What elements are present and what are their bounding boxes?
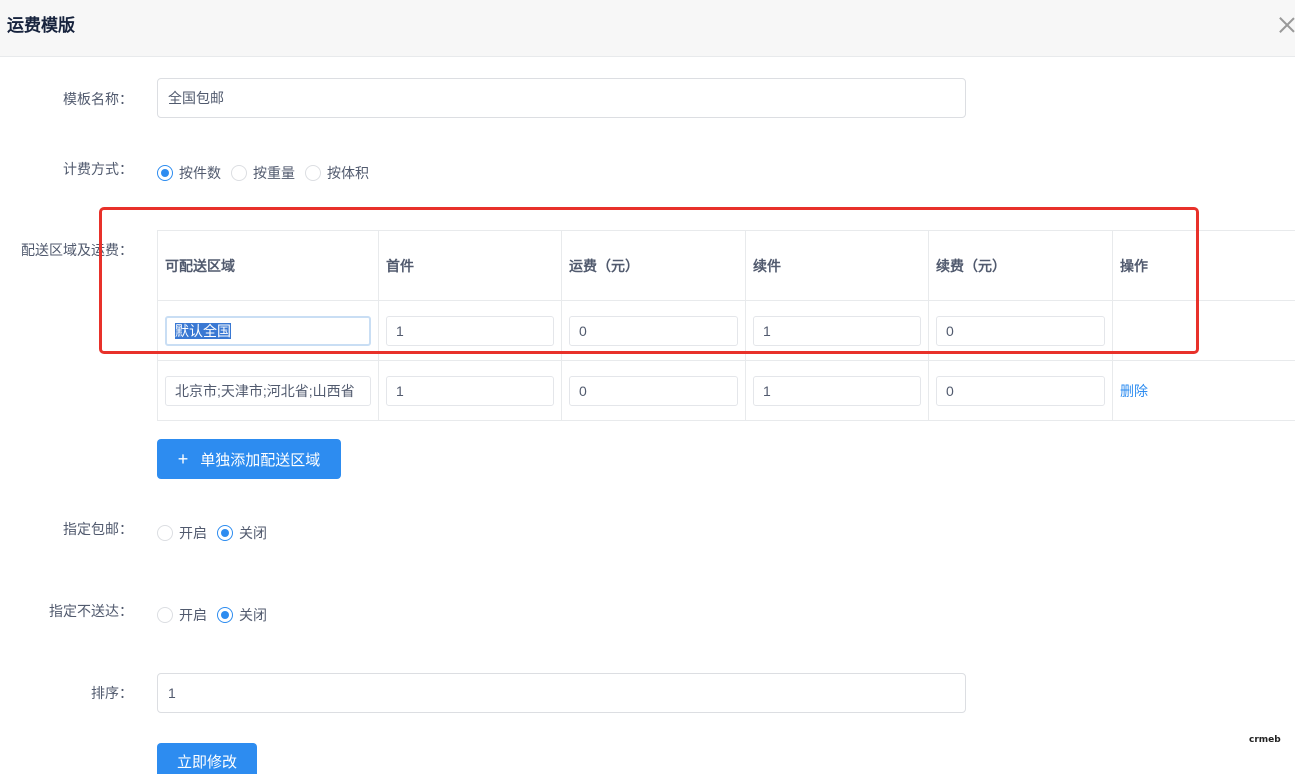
shipping-fee-input[interactable] [569, 315, 738, 346]
column-header: 可配送区域 [157, 230, 379, 301]
shipping-fee-input[interactable] [569, 375, 738, 406]
add-region-button[interactable]: + 单独添加配送区域 [157, 439, 341, 479]
free-shipping-radio-off[interactable]: 关闭 [217, 523, 267, 543]
area-input[interactable]: 默认全国 [165, 315, 371, 346]
next-fee-input[interactable] [936, 375, 1105, 406]
no-delivery-label: 指定不送达： [49, 603, 133, 619]
area-input[interactable] [165, 375, 371, 406]
next-piece-input[interactable] [753, 315, 921, 346]
first-piece-input[interactable] [386, 315, 554, 346]
next-fee-input[interactable] [936, 315, 1105, 346]
radio-unchecked-icon [157, 607, 173, 623]
sort-label: 排序： [91, 685, 133, 701]
first-piece-input[interactable] [386, 375, 554, 406]
column-header: 操作 [1112, 230, 1295, 301]
plus-icon: + [177, 449, 189, 469]
free-shipping-label: 指定包邮： [63, 521, 133, 537]
billing-radio-by-volume[interactable]: 按体积 [305, 163, 369, 183]
radio-checked-icon [217, 607, 233, 623]
no-delivery-radio-off[interactable]: 关闭 [217, 605, 267, 625]
radio-unchecked-icon [157, 525, 173, 541]
radio-checked-icon [217, 525, 233, 541]
radio-unchecked-icon [305, 165, 321, 181]
radio-checked-icon [157, 165, 173, 181]
billing-method-label: 计费方式： [63, 161, 133, 177]
column-header: 运费（元） [561, 230, 746, 301]
close-icon[interactable] [1276, 14, 1295, 36]
delete-link[interactable]: 删除 [1120, 383, 1148, 399]
template-name-label: 模板名称： [63, 91, 133, 107]
column-header: 续件 [745, 230, 929, 301]
free-shipping-radio-group: 开启 关闭 [157, 523, 277, 543]
billing-radio-by-piece[interactable]: 按件数 [157, 163, 221, 183]
no-delivery-radio-on[interactable]: 开启 [157, 605, 207, 625]
table-row: 默认全国 [157, 300, 1295, 361]
billing-method-radio-group: 按件数 按重量 按体积 [157, 163, 379, 183]
region-table-header: 可配送区域 首件 运费（元） 续件 续费（元） 操作 [157, 230, 1295, 301]
no-delivery-radio-group: 开启 关闭 [157, 605, 277, 625]
radio-unchecked-icon [231, 165, 247, 181]
area-input-selected-text: 默认全国 [175, 322, 231, 339]
submit-button[interactable]: 立即修改 [157, 743, 257, 774]
column-header: 续费（元） [928, 230, 1113, 301]
sort-input[interactable] [157, 673, 966, 713]
modal-title: 运费模版 [7, 16, 75, 35]
billing-radio-by-weight[interactable]: 按重量 [231, 163, 295, 183]
free-shipping-radio-on[interactable]: 开启 [157, 523, 207, 543]
action-cell [1112, 300, 1295, 361]
next-piece-input[interactable] [753, 375, 921, 406]
region-label: 配送区域及运费： [21, 242, 133, 258]
region-table: 可配送区域 首件 运费（元） 续件 续费（元） 操作 默认全国 删除 [157, 230, 1295, 421]
modal-header: 运费模版 [0, 0, 1295, 57]
table-row: 删除 [157, 360, 1295, 421]
column-header: 首件 [378, 230, 562, 301]
watermark-logo: crmeb [1249, 735, 1281, 745]
template-name-input[interactable] [157, 78, 966, 118]
